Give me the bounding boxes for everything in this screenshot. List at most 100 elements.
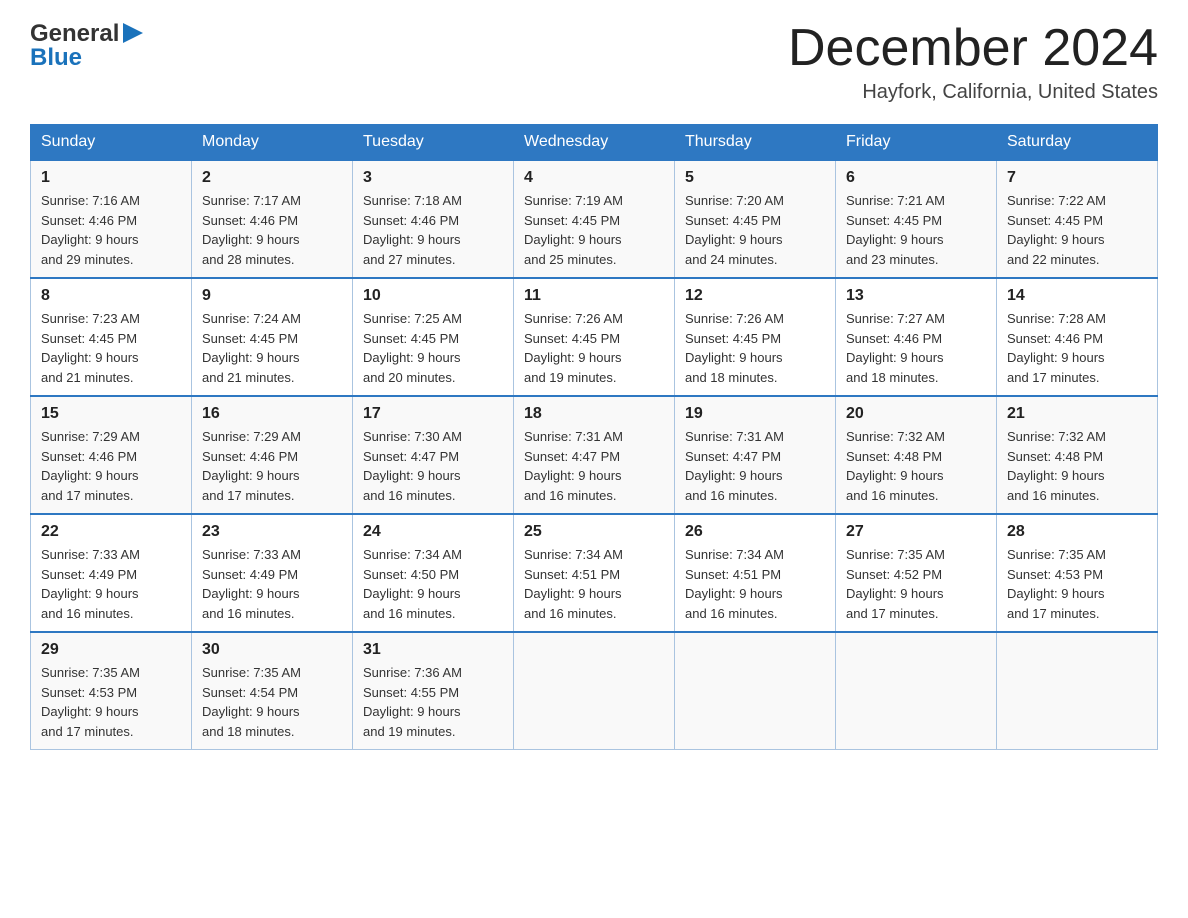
title-area: December 2024 Hayfork, California, Unite… (788, 20, 1158, 104)
day-number: 23 (202, 523, 342, 541)
col-saturday: Saturday (997, 125, 1158, 161)
col-wednesday: Wednesday (514, 125, 675, 161)
day-number: 10 (363, 287, 503, 305)
day-info: Sunrise: 7:20 AMSunset: 4:45 PMDaylight:… (685, 191, 825, 269)
calendar-cell (997, 632, 1158, 750)
calendar-cell: 8 Sunrise: 7:23 AMSunset: 4:45 PMDaylight… (31, 278, 192, 396)
day-number: 19 (685, 405, 825, 423)
day-info: Sunrise: 7:27 AMSunset: 4:46 PMDaylight:… (846, 309, 986, 387)
day-info: Sunrise: 7:26 AMSunset: 4:45 PMDaylight:… (524, 309, 664, 387)
day-number: 4 (524, 169, 664, 187)
calendar-cell: 29Sunrise: 7:35 AMSunset: 4:53 PMDayligh… (31, 632, 192, 750)
location-subtitle: Hayfork, California, United States (788, 81, 1158, 104)
calendar-cell: 9Sunrise: 7:24 AMSunset: 4:45 PMDaylight… (192, 278, 353, 396)
day-number: 28 (1007, 523, 1147, 541)
day-number: 29 (41, 641, 181, 659)
calendar-cell: 27 Sunrise: 7:35 AMSunset: 4:52 PMDayligh… (836, 514, 997, 632)
calendar-table: Sunday Monday Tuesday Wednesday Thursday… (30, 124, 1158, 750)
day-number: 8 (41, 287, 181, 305)
calendar-cell: 24 Sunrise: 7:34 AMSunset: 4:50 PMDayligh… (353, 514, 514, 632)
day-info: Sunrise: 7:31 AMSunset: 4:47 PMDaylight:… (685, 427, 825, 505)
calendar-cell: 7 Sunrise: 7:22 AMSunset: 4:45 PMDaylight… (997, 160, 1158, 278)
day-info: Sunrise: 7:28 AMSunset: 4:46 PMDaylight:… (1007, 309, 1147, 387)
col-tuesday: Tuesday (353, 125, 514, 161)
day-number: 30 (202, 641, 342, 659)
day-number: 1 (41, 169, 181, 187)
calendar-cell: 25 Sunrise: 7:34 AMSunset: 4:51 PMDayligh… (514, 514, 675, 632)
day-number: 31 (363, 641, 503, 659)
calendar-cell: 23 Sunrise: 7:33 AMSunset: 4:49 PMDayligh… (192, 514, 353, 632)
day-number: 17 (363, 405, 503, 423)
calendar-cell: 31Sunrise: 7:36 AMSunset: 4:55 PMDayligh… (353, 632, 514, 750)
day-info: Sunrise: 7:16 AMSunset: 4:46 PMDaylight:… (41, 191, 181, 269)
day-info: Sunrise: 7:21 AMSunset: 4:45 PMDaylight:… (846, 191, 986, 269)
day-info: Sunrise: 7:23 AMSunset: 4:45 PMDaylight:… (41, 309, 181, 387)
calendar-cell: 11 Sunrise: 7:26 AMSunset: 4:45 PMDayligh… (514, 278, 675, 396)
day-number: 6 (846, 169, 986, 187)
calendar-cell: 21 Sunrise: 7:32 AMSunset: 4:48 PMDayligh… (997, 396, 1158, 514)
calendar-week-row: 8 Sunrise: 7:23 AMSunset: 4:45 PMDaylight… (31, 278, 1158, 396)
calendar-cell: 30 Sunrise: 7:35 AMSunset: 4:54 PMDayligh… (192, 632, 353, 750)
calendar-cell: 12 Sunrise: 7:26 AMSunset: 4:45 PMDayligh… (675, 278, 836, 396)
day-number: 25 (524, 523, 664, 541)
day-number: 5 (685, 169, 825, 187)
day-info: Sunrise: 7:33 AMSunset: 4:49 PMDaylight:… (202, 545, 342, 623)
day-info: Sunrise: 7:31 AMSunset: 4:47 PMDaylight:… (524, 427, 664, 505)
calendar-cell: 20 Sunrise: 7:32 AMSunset: 4:48 PMDayligh… (836, 396, 997, 514)
logo: General Blue (30, 20, 143, 72)
calendar-cell: 10Sunrise: 7:25 AMSunset: 4:45 PMDayligh… (353, 278, 514, 396)
calendar-cell: 3Sunrise: 7:18 AMSunset: 4:46 PMDaylight… (353, 160, 514, 278)
calendar-cell: 17 Sunrise: 7:30 AMSunset: 4:47 PMDayligh… (353, 396, 514, 514)
calendar-header-row: Sunday Monday Tuesday Wednesday Thursday… (31, 125, 1158, 161)
calendar-week-row: 15 Sunrise: 7:29 AMSunset: 4:46 PMDayligh… (31, 396, 1158, 514)
calendar-cell: 19 Sunrise: 7:31 AMSunset: 4:47 PMDayligh… (675, 396, 836, 514)
day-info: Sunrise: 7:35 AMSunset: 4:54 PMDaylight:… (202, 663, 342, 741)
day-number: 15 (41, 405, 181, 423)
day-info: Sunrise: 7:33 AMSunset: 4:49 PMDaylight:… (41, 545, 181, 623)
day-number: 12 (685, 287, 825, 305)
col-sunday: Sunday (31, 125, 192, 161)
calendar-cell: 18 Sunrise: 7:31 AMSunset: 4:47 PMDayligh… (514, 396, 675, 514)
page-header: General Blue December 2024 Hayfork, Cali… (30, 20, 1158, 104)
day-number: 20 (846, 405, 986, 423)
day-number: 11 (524, 287, 664, 305)
day-number: 18 (524, 405, 664, 423)
day-info: Sunrise: 7:34 AMSunset: 4:50 PMDaylight:… (363, 545, 503, 623)
day-info: Sunrise: 7:19 AMSunset: 4:45 PMDaylight:… (524, 191, 664, 269)
calendar-week-row: 29Sunrise: 7:35 AMSunset: 4:53 PMDayligh… (31, 632, 1158, 750)
day-info: Sunrise: 7:34 AMSunset: 4:51 PMDaylight:… (685, 545, 825, 623)
calendar-cell (514, 632, 675, 750)
day-info: Sunrise: 7:30 AMSunset: 4:47 PMDaylight:… (363, 427, 503, 505)
day-number: 13 (846, 287, 986, 305)
day-info: Sunrise: 7:24 AMSunset: 4:45 PMDaylight:… (202, 309, 342, 387)
col-friday: Friday (836, 125, 997, 161)
calendar-cell: 16 Sunrise: 7:29 AMSunset: 4:46 PMDayligh… (192, 396, 353, 514)
day-info: Sunrise: 7:22 AMSunset: 4:45 PMDaylight:… (1007, 191, 1147, 269)
day-info: Sunrise: 7:17 AMSunset: 4:46 PMDaylight:… (202, 191, 342, 269)
day-number: 14 (1007, 287, 1147, 305)
day-info: Sunrise: 7:34 AMSunset: 4:51 PMDaylight:… (524, 545, 664, 623)
calendar-cell: 5 Sunrise: 7:20 AMSunset: 4:45 PMDaylight… (675, 160, 836, 278)
day-info: Sunrise: 7:32 AMSunset: 4:48 PMDaylight:… (1007, 427, 1147, 505)
day-number: 16 (202, 405, 342, 423)
day-info: Sunrise: 7:26 AMSunset: 4:45 PMDaylight:… (685, 309, 825, 387)
day-info: Sunrise: 7:35 AMSunset: 4:52 PMDaylight:… (846, 545, 986, 623)
day-number: 27 (846, 523, 986, 541)
day-number: 26 (685, 523, 825, 541)
day-number: 21 (1007, 405, 1147, 423)
day-number: 7 (1007, 169, 1147, 187)
calendar-week-row: 1 Sunrise: 7:16 AMSunset: 4:46 PMDaylight… (31, 160, 1158, 278)
calendar-cell: 14 Sunrise: 7:28 AMSunset: 4:46 PMDayligh… (997, 278, 1158, 396)
day-info: Sunrise: 7:29 AMSunset: 4:46 PMDaylight:… (202, 427, 342, 505)
day-info: Sunrise: 7:29 AMSunset: 4:46 PMDaylight:… (41, 427, 181, 505)
month-year-title: December 2024 (788, 20, 1158, 77)
col-monday: Monday (192, 125, 353, 161)
day-number: 3 (363, 169, 503, 187)
day-number: 22 (41, 523, 181, 541)
day-info: Sunrise: 7:32 AMSunset: 4:48 PMDaylight:… (846, 427, 986, 505)
calendar-cell: 1 Sunrise: 7:16 AMSunset: 4:46 PMDaylight… (31, 160, 192, 278)
calendar-cell (675, 632, 836, 750)
day-number: 24 (363, 523, 503, 541)
calendar-cell: 2Sunrise: 7:17 AMSunset: 4:46 PMDaylight… (192, 160, 353, 278)
day-info: Sunrise: 7:35 AMSunset: 4:53 PMDaylight:… (1007, 545, 1147, 623)
